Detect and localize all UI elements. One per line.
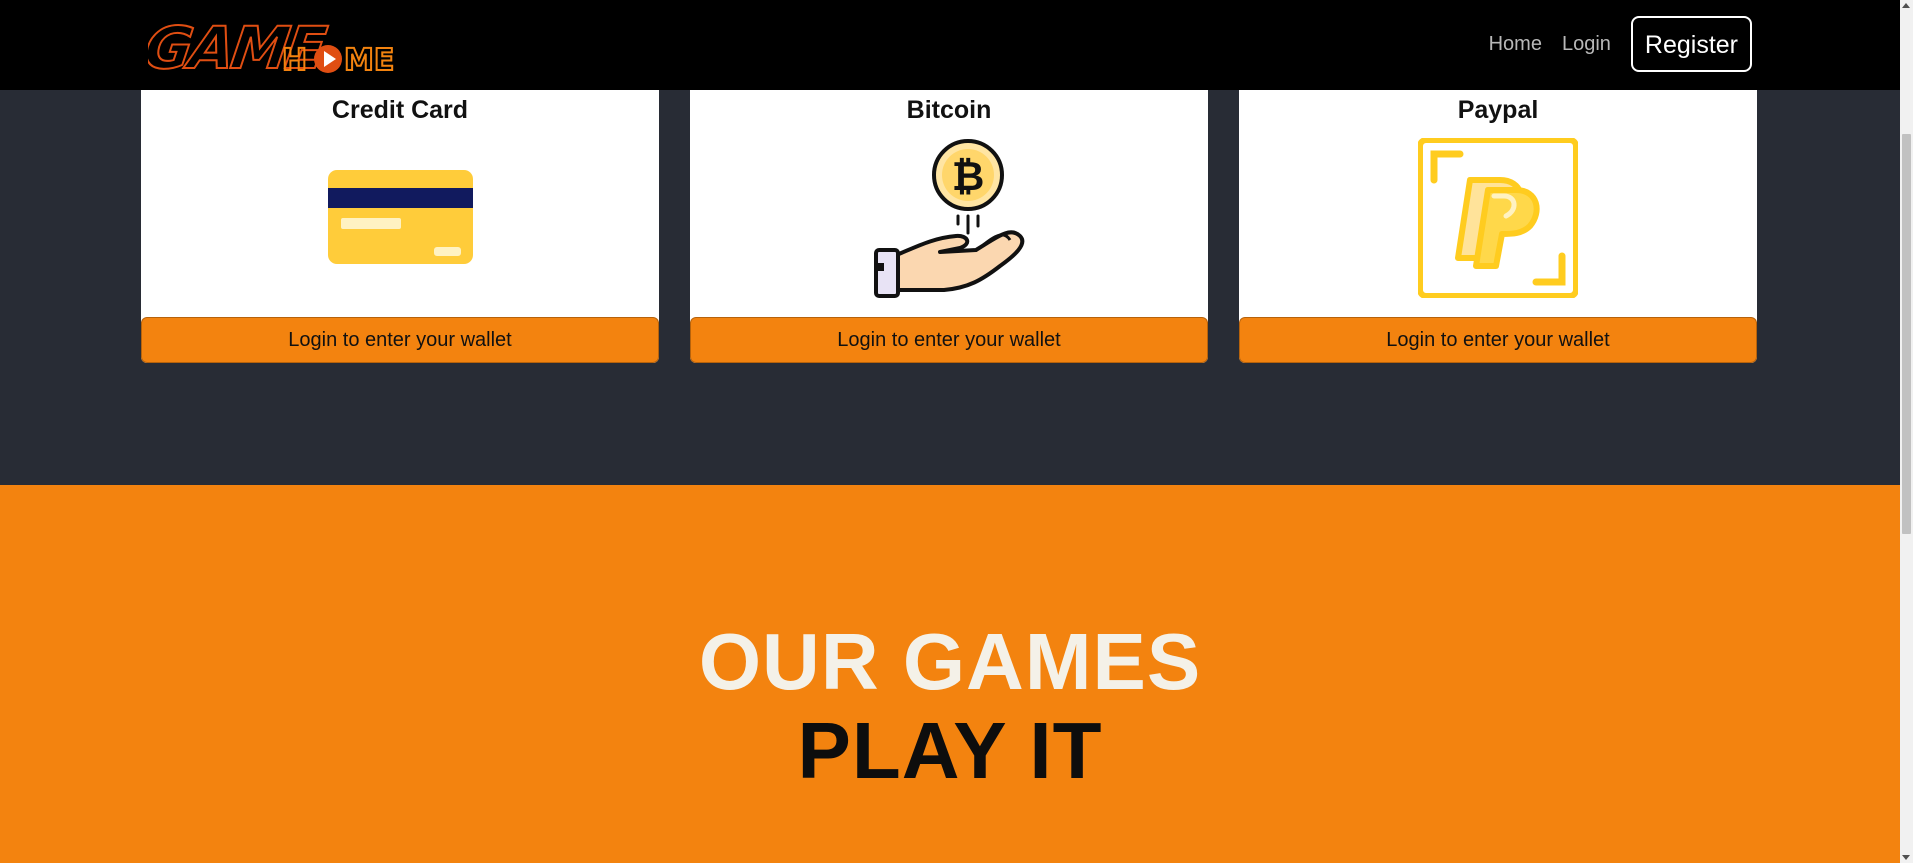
games-subtitle: PLAY IT [797, 706, 1103, 795]
wallet-card-title: Bitcoin [906, 96, 992, 124]
games-title: OUR GAMES [698, 617, 1202, 706]
scroll-down-arrow-icon[interactable] [1902, 855, 1910, 860]
svg-text:₿: ₿ [952, 154, 985, 200]
wallet-card-paypal: Paypal Login to enter your wallet [1239, 60, 1757, 363]
wallet-login-button[interactable]: Login to enter your wallet [690, 317, 1208, 363]
vertical-scrollbar[interactable] [1900, 0, 1913, 863]
credit-card-icon [328, 170, 473, 264]
wallet-login-button[interactable]: Login to enter your wallet [1239, 317, 1757, 363]
nav-links: Home Login Register [1469, 14, 1752, 74]
wallet-card-title: Credit Card [331, 96, 469, 124]
nav-link-home[interactable]: Home [1489, 33, 1542, 56]
bitcoin-hand-icon: ₿ [874, 139, 1025, 298]
nav-link-login[interactable]: Login [1562, 33, 1611, 56]
wallet-login-button[interactable]: Login to enter your wallet [141, 317, 659, 363]
wallet-card-bitcoin: Bitcoin ₿ Login to enter your wallet [690, 60, 1208, 363]
top-navbar: GAME H ME Home Login Register [0, 0, 1900, 90]
wallet-card-credit-card: Credit Card Login to enter your wallet [141, 60, 659, 363]
paypal-icon [1418, 138, 1578, 298]
svg-text:ME: ME [344, 43, 394, 76]
wallet-card-title: Paypal [1457, 96, 1539, 124]
games-section: OUR GAMES PLAY IT [0, 485, 1900, 863]
page: Credit Card Login to enter your wallet B… [0, 0, 1913, 863]
svg-text:H: H [282, 43, 307, 76]
scrollbar-thumb[interactable] [1902, 134, 1911, 534]
register-button[interactable]: Register [1630, 16, 1752, 72]
site-logo[interactable]: GAME H ME [139, 13, 408, 83]
scroll-up-arrow-icon[interactable] [1902, 3, 1910, 8]
